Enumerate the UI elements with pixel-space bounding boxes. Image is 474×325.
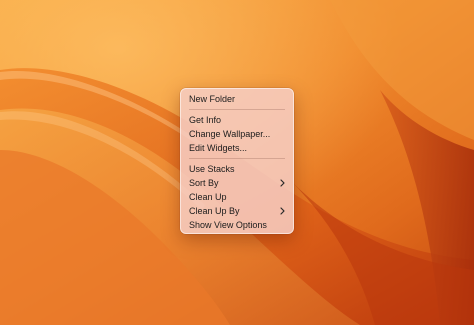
menu-item-edit-widgets[interactable]: Edit Widgets... xyxy=(181,141,293,155)
menu-item-label: Use Stacks xyxy=(189,164,235,174)
menu-item-sort-by[interactable]: Sort By xyxy=(181,176,293,190)
menu-item-label: Edit Widgets... xyxy=(189,143,248,153)
menu-item-use-stacks[interactable]: Use Stacks xyxy=(181,162,293,176)
chevron-right-icon xyxy=(280,176,285,190)
chevron-right-icon xyxy=(280,204,285,218)
menu-item-label: Change Wallpaper... xyxy=(189,129,271,139)
menu-separator xyxy=(181,106,293,113)
menu-item-label: Clean Up By xyxy=(189,206,240,216)
menu-item-clean-up-by[interactable]: Clean Up By xyxy=(181,204,293,218)
menu-item-label: Show View Options xyxy=(189,220,267,230)
menu-item-label: Clean Up xyxy=(189,192,227,202)
menu-item-label: New Folder xyxy=(189,94,236,104)
menu-item-label: Get Info xyxy=(189,115,222,125)
menu-item-clean-up[interactable]: Clean Up xyxy=(181,190,293,204)
menu-item-get-info[interactable]: Get Info xyxy=(181,113,293,127)
menu-item-change-wallpaper[interactable]: Change Wallpaper... xyxy=(181,127,293,141)
menu-item-label: Sort By xyxy=(189,178,219,188)
menu-item-show-view-options[interactable]: Show View Options xyxy=(181,218,293,232)
desktop-context-menu: New Folder Get Info Change Wallpaper... … xyxy=(180,88,294,234)
menu-item-new-folder[interactable]: New Folder xyxy=(181,92,293,106)
menu-separator xyxy=(181,155,293,162)
